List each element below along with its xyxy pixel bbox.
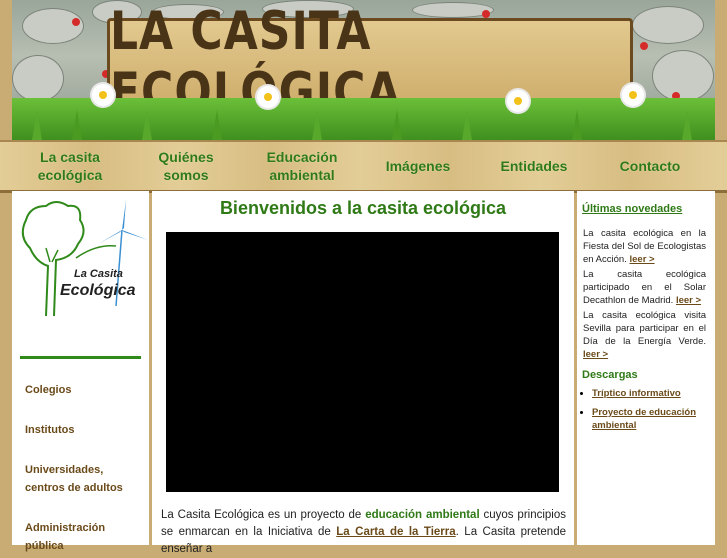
video-player[interactable]: [166, 232, 559, 492]
download-link-triptico[interactable]: Tríptico informativo: [592, 388, 681, 399]
nav-item-educacion-ambiental[interactable]: Educación ambiental: [252, 142, 352, 190]
daisy-icon: [92, 84, 114, 106]
site-logo[interactable]: La Casita Ecológica: [16, 196, 148, 321]
sidebar-link-institutos[interactable]: Institutos: [25, 421, 75, 439]
logo-text-line1: La Casita: [74, 268, 123, 280]
news-text: La casita ecológica visita Sevilla para …: [583, 310, 706, 347]
left-sidebar: La Casita Ecológica Colegios Institutos …: [12, 191, 149, 552]
header-banner: LA CASITA ECOLÓGICA: [12, 0, 715, 140]
page-title: Bienvenidos a la casita ecológica: [219, 198, 507, 218]
read-more-link[interactable]: leer >: [676, 295, 701, 306]
main-content: Bienvenidos a la casita ecológica La Cas…: [152, 191, 574, 555]
download-link-proyecto[interactable]: Proyecto de educación ambiental: [592, 407, 696, 431]
list-item: Proyecto de educación ambiental: [592, 406, 722, 432]
stone-decoration: [632, 6, 704, 44]
daisy-icon: [257, 86, 279, 108]
right-sidebar: Últimas novedades La casita ecológica en…: [577, 191, 715, 545]
nav-item-entidades[interactable]: Entidades: [484, 142, 584, 190]
strawberry-icon: [640, 42, 648, 50]
nav-item-imagenes[interactable]: Imágenes: [370, 142, 466, 190]
sidebar-divider: [20, 356, 141, 359]
grass-decoration: [12, 98, 715, 140]
stone-decoration: [652, 50, 714, 102]
daisy-icon: [622, 84, 644, 106]
sidebar-link-universidades[interactable]: Universidades, centros de adultos: [25, 461, 123, 497]
nav-item-contacto[interactable]: Contacto: [602, 142, 698, 190]
news-item: La casita ecológica participado en el So…: [583, 268, 706, 307]
intro-paragraph: La Casita Ecológica es un proyecto de ed…: [161, 507, 566, 558]
link-carta-tierra[interactable]: La Carta de la Tierra: [336, 526, 455, 538]
stone-decoration: [22, 8, 84, 44]
nav-item-quienes-somos[interactable]: Quiénes somos: [136, 142, 236, 190]
tree-windmill-icon: [21, 200, 148, 317]
intro-highlight-educacion: educación ambiental: [365, 509, 480, 521]
news-item: La casita ecológica visita Sevilla para …: [583, 309, 706, 361]
news-heading[interactable]: Últimas novedades: [582, 203, 682, 215]
daisy-icon: [507, 90, 529, 112]
read-more-link[interactable]: leer >: [583, 349, 608, 360]
sidebar-link-administracion[interactable]: Administración pública: [25, 519, 105, 555]
downloads-heading: Descargas: [582, 369, 638, 381]
intro-text: La Casita Ecológica es un proyecto de: [161, 509, 366, 521]
sidebar-link-colegios[interactable]: Colegios: [25, 381, 71, 399]
logo-text-line2: Ecológica: [60, 282, 136, 299]
nav-item-la-casita[interactable]: La casita ecológica: [20, 142, 120, 190]
site-title-sign: LA CASITA ECOLÓGICA: [107, 1, 633, 123]
news-item: La casita ecológica en la Fiesta del Sol…: [583, 227, 706, 266]
list-item: Tríptico informativo: [592, 387, 722, 400]
downloads-list: Tríptico informativo Proyecto de educaci…: [579, 387, 722, 438]
strawberry-icon: [72, 18, 80, 26]
main-nav: La casita ecológica Quiénes somos Educac…: [0, 140, 727, 193]
read-more-link[interactable]: leer >: [629, 254, 654, 265]
stone-decoration: [12, 55, 64, 102]
